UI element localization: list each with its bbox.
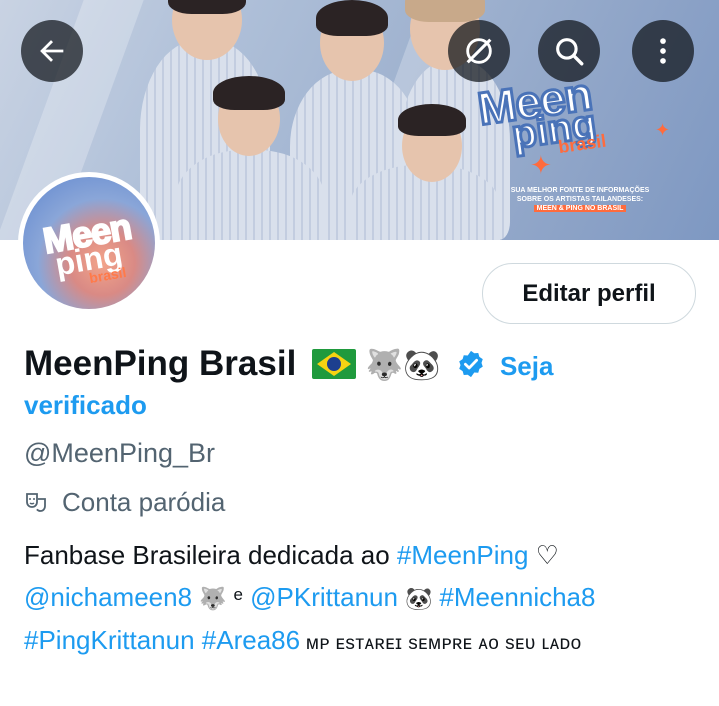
hashtag-pingkrittanun[interactable]: #PingKrittanun <box>24 625 195 655</box>
mention-nichameen8[interactable]: @nichameen8 <box>24 582 192 612</box>
display-name-row: MeenPing Brasil 🐺🐼 Seja <box>24 340 714 390</box>
user-handle: @MeenPing_Br <box>24 438 216 468</box>
avatar[interactable]: Meen ping brasil <box>18 172 160 314</box>
get-verified-link[interactable]: Seja <box>500 351 554 381</box>
banner-caption-highlight: MEEN & PING NO BRASIL <box>533 205 627 212</box>
more-vertical-icon <box>660 38 666 64</box>
display-name: MeenPing Brasil <box>24 344 297 383</box>
banner-caption: SUA MELHOR FONTE DE INFORMAÇÕES SOBRE OS… <box>500 186 660 213</box>
parody-label: Conta paródia <box>24 487 225 518</box>
hashtag-meennicha8[interactable]: #Meennicha8 <box>439 582 595 612</box>
back-button[interactable] <box>21 20 83 82</box>
hashtag-meenping[interactable]: #MeenPing <box>397 540 529 570</box>
search-icon <box>556 38 584 66</box>
edit-profile-button[interactable]: Editar perfil <box>482 263 696 324</box>
banner-caption-line: SOBRE OS ARTISTAS TAILANDESES: <box>516 196 644 203</box>
panda-emoji: 🐼 <box>397 587 440 612</box>
heart-icon: ♡ <box>528 540 559 570</box>
wolf-emoji: 🐺 <box>192 587 234 612</box>
bio-caps-text: ᴍᴘ ᴇsᴛᴀʀᴇɪ sᴇᴍᴘʀᴇ ᴀᴏ sᴇᴜ ʟᴀᴅᴏ <box>300 633 582 654</box>
brazil-flag-icon <box>312 349 357 379</box>
grok-icon <box>466 38 492 64</box>
bio-conjunction: e <box>233 585 243 604</box>
theater-masks-icon <box>26 492 46 512</box>
mention-pkrittanun[interactable]: @PKrittanun <box>250 582 398 612</box>
parody-text: Conta paródia <box>62 487 226 517</box>
name-emojis: 🐺🐼 <box>365 348 441 383</box>
avatar-image: Meen ping brasil <box>23 177 155 309</box>
profile-bio: Fanbase Brasileira dedicada ao #MeenPing… <box>24 535 714 664</box>
bio-text: Fanbase Brasileira dedicada ao <box>24 540 397 570</box>
banner-caption-line: SUA MELHOR FONTE DE INFORMAÇÕES <box>510 187 650 194</box>
verified-badge-icon[interactable] <box>456 349 486 379</box>
arrow-left-icon <box>40 40 64 62</box>
grok-button[interactable] <box>448 20 510 82</box>
more-button[interactable] <box>632 20 694 82</box>
get-verified-link-continued[interactable]: verificado <box>24 390 147 421</box>
search-button[interactable] <box>538 20 600 82</box>
hashtag-area86[interactable]: #Area86 <box>202 625 300 655</box>
